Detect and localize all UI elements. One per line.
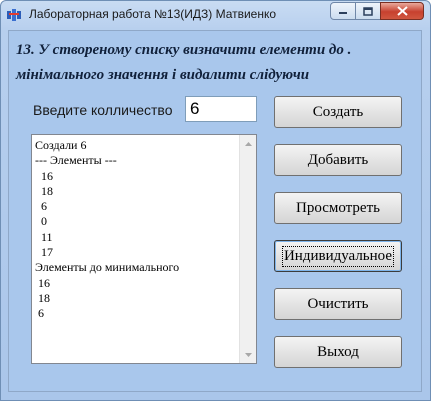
form-client-area: 13. У створеному списку визначити елемен… — [8, 30, 422, 392]
window-title: Лабораторная работа №13(ИДЗ) Матвиенко — [29, 7, 277, 21]
individual-button[interactable]: Индивидуальное — [274, 240, 402, 272]
app-window: Лабораторная работа №13(ИДЗ) Матвиенко 1… — [0, 0, 431, 401]
individual-button-label: Индивидуальное — [281, 245, 395, 267]
scroll-up-button[interactable] — [240, 135, 256, 152]
exit-button[interactable]: Выход — [274, 336, 402, 368]
results-listbox[interactable]: Создали 6 --- Элементы --- 16 18 6 0 11 1… — [31, 134, 257, 364]
task-description: 13. У створеному списку визначити елемен… — [16, 38, 416, 88]
add-button[interactable]: Добавить — [274, 144, 402, 176]
listbox-item[interactable]: 16 — [35, 276, 235, 291]
add-button-label: Добавить — [307, 151, 369, 168]
vertical-scrollbar[interactable] — [239, 135, 256, 363]
listbox-item[interactable]: --- Элементы --- — [35, 153, 235, 168]
quantity-input[interactable]: 6 — [185, 96, 257, 122]
listbox-item[interactable]: 0 — [35, 214, 235, 229]
scroll-down-arrow-icon — [244, 352, 252, 357]
listbox-item[interactable]: 18 — [35, 291, 235, 306]
listbox-item[interactable]: Элементы до минимального — [35, 260, 235, 275]
maximize-icon — [363, 6, 373, 16]
listbox-item[interactable]: 6 — [35, 306, 235, 321]
scroll-down-button[interactable] — [240, 346, 256, 363]
app-icon — [7, 9, 21, 21]
create-button-label: Создать — [312, 103, 364, 120]
close-button[interactable] — [380, 2, 424, 20]
listbox-item[interactable]: 16 — [35, 169, 235, 184]
listbox-item[interactable]: Создали 6 — [35, 138, 235, 153]
task-line-2: мінімального значення і видалити слідуюч… — [16, 67, 310, 83]
quantity-label: Введите колличество — [33, 102, 173, 118]
minimize-icon — [339, 12, 347, 14]
listbox-item[interactable]: 11 — [35, 230, 235, 245]
clear-button[interactable]: Очистить — [274, 288, 402, 320]
title-bar[interactable]: Лабораторная работа №13(ИДЗ) Матвиенко — [1, 1, 430, 29]
listbox-lines: Создали 6 --- Элементы --- 16 18 6 0 11 1… — [35, 138, 235, 322]
scroll-up-arrow-icon — [244, 141, 252, 146]
create-button[interactable]: Создать — [274, 96, 402, 128]
task-line-1: 13. У створеному списку визначити елемен… — [16, 42, 352, 58]
clear-button-label: Очистить — [307, 295, 369, 312]
exit-button-label: Выход — [317, 343, 359, 360]
view-button[interactable]: Просмотреть — [274, 192, 402, 224]
listbox-item[interactable]: 6 — [35, 199, 235, 214]
minimize-button[interactable] — [330, 2, 356, 20]
view-button-label: Просмотреть — [296, 199, 380, 216]
listbox-item[interactable]: 18 — [35, 184, 235, 199]
listbox-item[interactable]: 17 — [35, 245, 235, 260]
close-icon — [396, 6, 408, 16]
maximize-button[interactable] — [355, 2, 381, 20]
caption-buttons — [330, 2, 424, 20]
